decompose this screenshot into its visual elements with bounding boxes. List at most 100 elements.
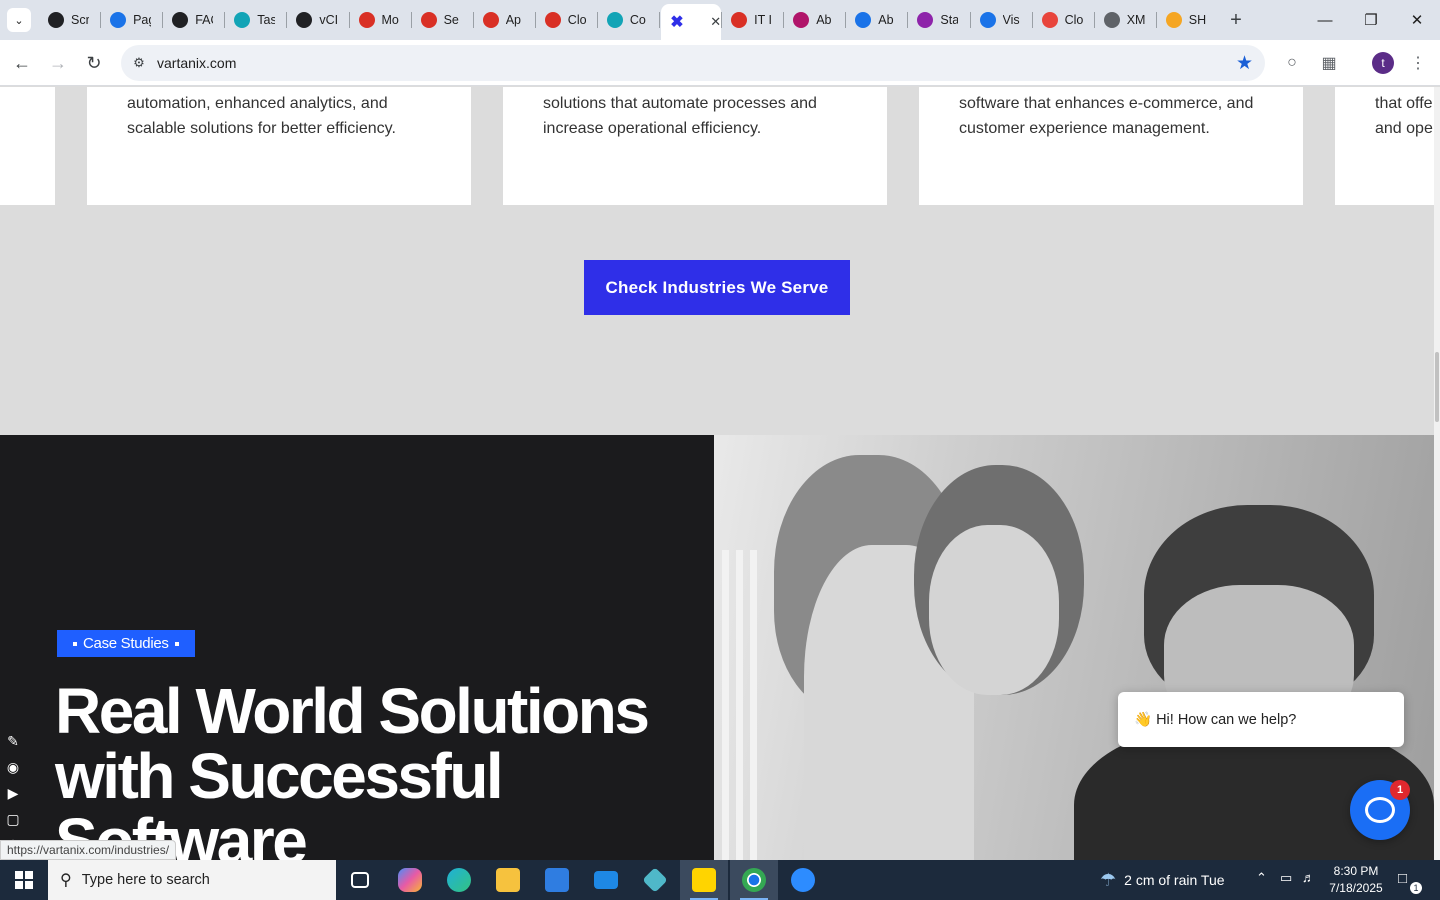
tab-active[interactable]: ✖ ✕ — [661, 4, 722, 40]
browser-tab[interactable]: SH — [1158, 4, 1218, 36]
extensions-icon[interactable]: ▦ — [1317, 51, 1341, 75]
tab-favicon-icon — [48, 12, 64, 28]
tab-separator — [224, 12, 226, 28]
browser-tab[interactable]: Clo — [1034, 4, 1094, 36]
windows-icon[interactable]: ▢ — [0, 806, 26, 832]
site-info-icon[interactable]: ⚙ — [129, 53, 149, 73]
browser-tab[interactable]: Scr — [40, 4, 100, 36]
sticky-notes-app-icon[interactable] — [680, 860, 728, 900]
card-description: that offe and ope — [1375, 95, 1433, 137]
tab-favicon-icon — [1165, 12, 1182, 28]
browser-tab[interactable]: FAQ — [164, 4, 224, 36]
weather-widget[interactable]: ☂ 2 cm of rain Tue — [1100, 860, 1225, 900]
notification-center-icon[interactable]: □ — [1398, 870, 1407, 887]
browser-tab[interactable]: Co — [599, 4, 659, 36]
store-app-icon[interactable] — [533, 860, 581, 900]
tab-favicon-icon — [793, 12, 810, 28]
chat-icon — [1365, 797, 1395, 823]
tab-separator — [721, 12, 723, 28]
url-text[interactable]: vartanix.com — [157, 55, 236, 71]
profile-avatar[interactable]: t — [1372, 52, 1394, 74]
case-studies-badge: Case Studies — [57, 630, 195, 657]
recording-toolbar: ✎ ◉ ▶ ▢ ⚙ — [0, 728, 26, 858]
browser-tab[interactable]: Sta — [909, 4, 969, 36]
browser-tab[interactable]: IT I — [723, 4, 783, 36]
tab-separator — [659, 12, 660, 28]
browser-tab[interactable]: Ab — [785, 4, 845, 36]
edge-app-icon[interactable] — [435, 860, 483, 900]
browser-tab[interactable]: Ap — [475, 4, 535, 36]
browser-tab[interactable]: Ab — [847, 4, 907, 36]
tab-separator — [969, 12, 971, 28]
check-industries-button[interactable]: Check Industries We Serve — [584, 260, 850, 315]
chat-unread-badge: 1 — [1390, 780, 1410, 800]
chat-greeting-bubble[interactable]: 👋 Hi! How can we help? — [1118, 692, 1404, 747]
service-card — [0, 87, 55, 205]
tab-separator — [162, 12, 164, 28]
translate-icon[interactable]: ○ — [1280, 51, 1304, 75]
browser-tab[interactable]: Pag — [102, 4, 162, 36]
page-scrollbar[interactable] — [1434, 87, 1440, 860]
pen-icon[interactable]: ✎ — [0, 728, 26, 754]
tab-favicon-icon — [731, 12, 748, 28]
video-icon[interactable]: ▶ — [0, 780, 26, 806]
taskbar-search[interactable]: ⚲ Type here to search — [48, 860, 336, 900]
team-photo — [714, 435, 1434, 860]
browser-toolbar: ← → ↻ ⚙ vartanix.com ★ ○ ▦ t ⋮ — [0, 40, 1440, 86]
notification-count-badge: 1 — [1410, 882, 1422, 894]
copilot-app-icon[interactable] — [386, 860, 434, 900]
tab-favicon-icon — [482, 12, 499, 28]
service-card: solutions that automate processes and in… — [503, 87, 887, 205]
bookmark-star-icon[interactable]: ★ — [1236, 52, 1253, 75]
tab-separator — [845, 12, 847, 28]
close-tab-icon[interactable]: ✕ — [710, 14, 721, 30]
minimize-button[interactable]: — — [1302, 6, 1348, 34]
case-studies-section: Case Studies Real World Solutions with S… — [0, 435, 714, 860]
network-icon[interactable]: ▭ — [1280, 870, 1292, 886]
back-button[interactable]: ← — [10, 51, 34, 75]
start-button[interactable] — [0, 860, 48, 900]
forward-button[interactable]: → — [46, 51, 70, 75]
close-window-button[interactable]: ✕ — [1394, 6, 1440, 34]
tab-separator — [472, 12, 474, 28]
tab-separator — [534, 12, 536, 28]
tab-separator — [596, 12, 598, 28]
tab-favicon-icon — [979, 12, 996, 28]
chevron-up-icon[interactable]: ⌃ — [1256, 870, 1267, 886]
browser-tab[interactable]: Vis — [972, 4, 1032, 36]
maximize-button[interactable]: ❐ — [1348, 6, 1394, 34]
browser-tab[interactable]: Mo — [351, 4, 411, 36]
scrollbar-thumb[interactable] — [1435, 352, 1439, 422]
volume-icon[interactable]: ♬ — [1302, 870, 1315, 885]
tab-separator — [1155, 12, 1157, 28]
tab-favicon-icon — [606, 12, 623, 28]
service-card: software that enhances e-commerce, and c… — [919, 87, 1303, 205]
tab-separator — [286, 12, 288, 28]
service-card: automation, enhanced analytics, and scal… — [87, 87, 471, 205]
browser-tab[interactable]: XM — [1096, 4, 1156, 36]
tab-search-button[interactable]: ⌄ — [7, 8, 31, 32]
tab-favicon-icon — [296, 12, 313, 28]
reload-button[interactable]: ↻ — [82, 51, 106, 75]
taskbar-clock[interactable]: 8:30 PM 7/18/2025 — [1324, 863, 1388, 897]
browser-tab[interactable]: Tas — [226, 4, 286, 36]
zoom-app-icon[interactable] — [779, 860, 827, 900]
camera-icon[interactable]: ◉ — [0, 754, 26, 780]
address-bar[interactable]: ⚙ vartanix.com ★ — [121, 45, 1265, 81]
mail-app-icon[interactable] — [582, 860, 630, 900]
browser-tab[interactable]: vCI — [288, 4, 348, 36]
browser-tab[interactable]: Clo — [537, 4, 597, 36]
tab-favicon-icon: ✖ — [670, 14, 684, 31]
tab-favicon-icon — [358, 12, 375, 28]
app-icon[interactable] — [631, 860, 679, 900]
browser-tab[interactable]: Se — [413, 4, 473, 36]
tab-separator — [410, 12, 412, 28]
chrome-app-icon[interactable] — [730, 860, 778, 900]
tab-separator — [907, 12, 909, 28]
file-explorer-app-icon[interactable] — [484, 860, 532, 900]
task-view-button[interactable] — [336, 860, 384, 900]
tab-favicon-icon — [234, 12, 251, 28]
case-studies-headline: Real World Solutions with Successful Sof… — [55, 675, 650, 861]
menu-kebab-icon[interactable]: ⋮ — [1406, 51, 1430, 75]
new-tab-button[interactable]: + — [1224, 8, 1248, 32]
